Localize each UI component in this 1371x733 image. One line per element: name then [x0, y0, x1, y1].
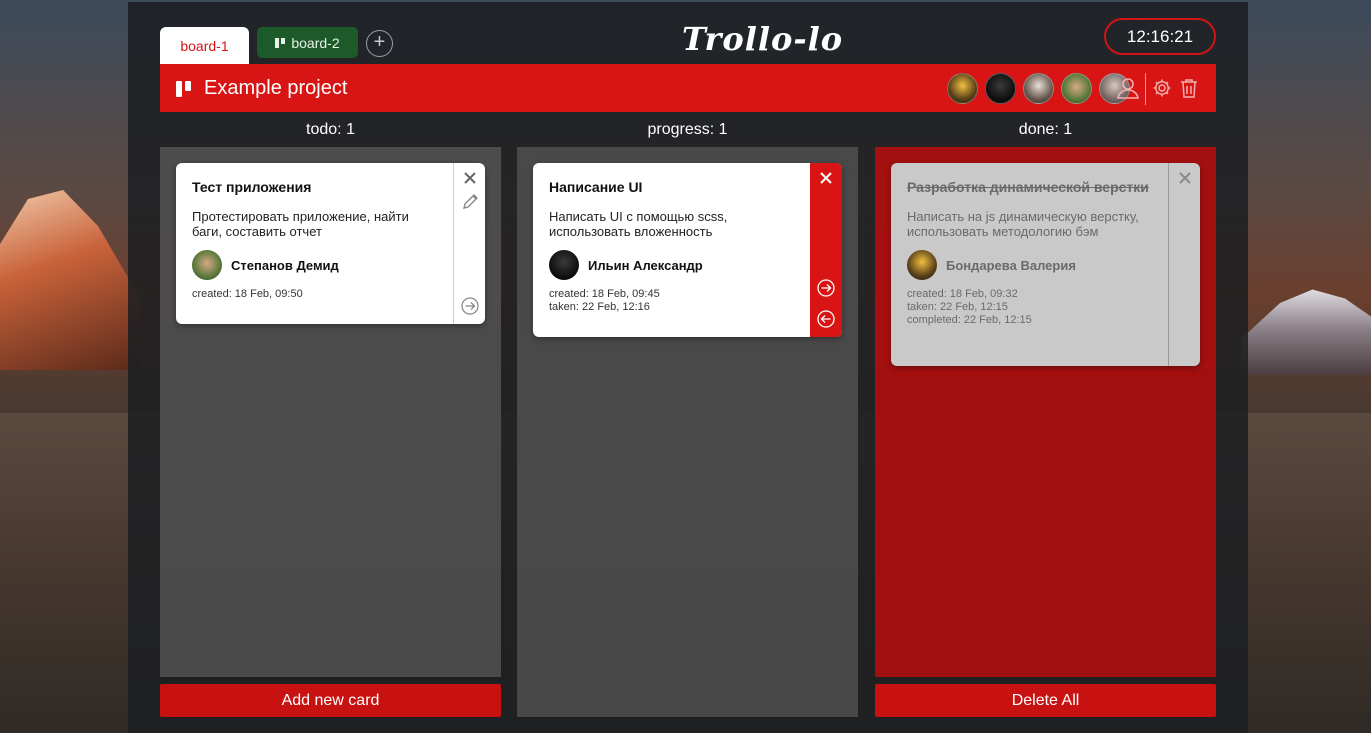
column-heading-progress: progress: 1 — [647, 121, 728, 138]
arrow-right-icon[interactable] — [817, 279, 835, 297]
avatar[interactable] — [985, 73, 1016, 104]
avatar — [907, 250, 937, 280]
tab-label: board-1 — [180, 37, 229, 54]
app-logo: Trollo-lo — [682, 20, 844, 58]
avatar[interactable] — [1023, 73, 1054, 104]
card-taken: taken: 22 Feb, 12:16 — [549, 301, 650, 313]
tab-board-2[interactable]: board-2 — [257, 27, 358, 58]
card-dates: created: 18 Feb, 09:45 taken: 22 Feb, 12… — [549, 288, 794, 314]
close-icon[interactable] — [461, 169, 479, 187]
card-description: Протестировать приложение, найти баги, с… — [192, 209, 409, 239]
add-board-button[interactable]: + — [366, 30, 393, 57]
tab-board-1[interactable]: board-1 — [160, 27, 249, 64]
arrow-right-icon[interactable] — [461, 297, 479, 315]
card-actions — [453, 163, 485, 324]
header-divider — [1145, 73, 1146, 105]
avatar — [192, 250, 222, 280]
card-created: created: 18 Feb, 09:45 — [549, 288, 660, 300]
card-title: Написание UI — [549, 179, 643, 195]
arrow-left-icon[interactable] — [817, 310, 835, 328]
card-body: Написание UI Написать UI с помощью scss,… — [533, 163, 810, 330]
card-title: Тест приложения — [192, 179, 312, 195]
gear-icon[interactable] — [1152, 78, 1172, 98]
card-completed: completed: 22 Feb, 12:15 — [907, 314, 1032, 326]
card-user-name: Бондарева Валерия — [946, 257, 1076, 273]
column-progress: Написание UI Написать UI с помощью scss,… — [517, 147, 858, 717]
pencil-icon[interactable] — [461, 193, 479, 211]
card-description: Написать на js динамическую верстку, исп… — [907, 209, 1139, 239]
card-user: Ильин Александр — [549, 250, 794, 280]
trash-icon[interactable] — [1180, 78, 1198, 98]
avatar[interactable] — [947, 73, 978, 104]
board-icon — [275, 37, 286, 48]
column-heading-todo: todo: 1 — [306, 121, 355, 138]
topbar: board-1 board-2 + Trollo-lo 12:16:21 — [160, 18, 1216, 64]
card-user: Бондарева Валерия — [907, 250, 1152, 280]
task-card[interactable]: Разработка динамической верстки Написать… — [891, 163, 1200, 366]
task-card[interactable]: Тест приложения Протестировать приложени… — [176, 163, 485, 324]
column-heading-done: done: 1 — [1018, 121, 1073, 138]
clock: 12:16:21 — [1104, 18, 1216, 55]
card-created: created: 18 Feb, 09:32 — [907, 288, 1018, 300]
card-body: Тест приложения Протестировать приложени… — [176, 163, 453, 317]
board-icon — [176, 81, 192, 97]
add-card-button[interactable]: Add new card — [160, 684, 501, 717]
card-actions — [1168, 163, 1200, 366]
project-header: Example project — [160, 64, 1216, 112]
column-todo: Тест приложения Протестировать приложени… — [160, 147, 501, 677]
card-body: Разработка динамической верстки Написать… — [891, 163, 1168, 343]
card-taken: taken: 22 Feb, 12:15 — [907, 301, 1008, 313]
card-actions — [810, 163, 842, 337]
card-title: Разработка динамической верстки — [907, 179, 1149, 195]
project-title: Example project — [204, 77, 348, 99]
card-dates: created: 18 Feb, 09:32 taken: 22 Feb, 12… — [907, 288, 1152, 327]
card-created: created: 18 Feb, 09:50 — [192, 288, 303, 300]
avatar[interactable] — [1061, 73, 1092, 104]
card-dates: created: 18 Feb, 09:50 — [192, 288, 437, 301]
card-user-name: Степанов Демид — [231, 257, 339, 273]
close-icon[interactable] — [1176, 169, 1194, 187]
add-member-icon[interactable] — [1116, 77, 1140, 99]
card-user: Степанов Демид — [192, 250, 437, 280]
background-mountain-right — [1241, 289, 1371, 375]
card-user-name: Ильин Александр — [588, 257, 703, 273]
app-container: board-1 board-2 + Trollo-lo 12:16:21 Exa… — [128, 2, 1248, 733]
tab-label: board-2 — [291, 34, 340, 51]
member-list — [947, 73, 1130, 104]
task-card[interactable]: Написание UI Написать UI с помощью scss,… — [533, 163, 842, 337]
column-done: Разработка динамической верстки Написать… — [875, 147, 1216, 677]
delete-all-button[interactable]: Delete All — [875, 684, 1216, 717]
background-mountain-left — [0, 190, 140, 370]
card-description: Написать UI с помощью scss, использовать… — [549, 209, 728, 239]
close-icon[interactable] — [817, 169, 835, 187]
avatar — [549, 250, 579, 280]
